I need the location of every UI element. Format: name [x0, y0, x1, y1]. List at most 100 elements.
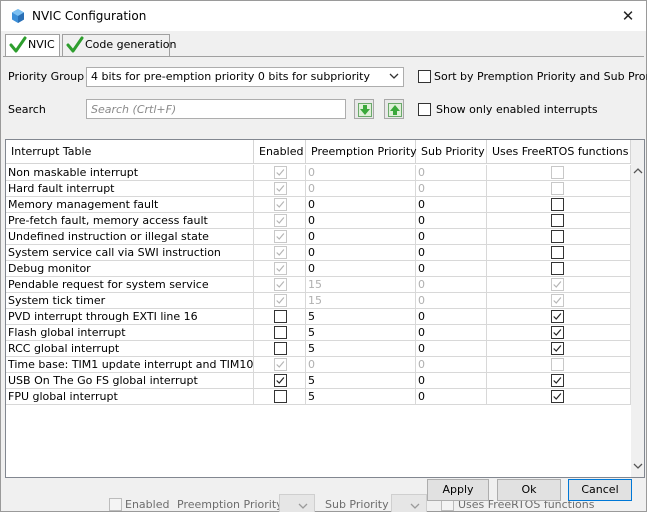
sort-by-priority-label: Sort by Premption Priority and Sub Prori…	[434, 70, 647, 83]
freertos-checkbox[interactable]	[551, 342, 564, 355]
title-bar: NVIC Configuration ✕	[1, 1, 646, 31]
enabled-checkbox	[274, 230, 287, 243]
freertos-checkbox[interactable]	[551, 390, 564, 403]
tab-code-generation[interactable]: Code generation	[62, 34, 176, 56]
apply-button[interactable]: Apply	[427, 479, 489, 501]
search-input[interactable]	[86, 99, 346, 119]
col-header-enabled[interactable]: Enabled	[254, 140, 306, 164]
search-up-button[interactable]	[384, 99, 404, 119]
close-icon[interactable]: ✕	[613, 4, 643, 28]
sub-priority-value: 0	[418, 310, 425, 323]
preemption-value: 15	[308, 294, 322, 307]
bottom-enabled-checkbox[interactable]	[109, 498, 122, 511]
chevron-down-icon	[389, 73, 399, 79]
scroll-down-icon[interactable]	[633, 462, 643, 470]
table-row[interactable]: Hard fault interrupt 0 0	[6, 181, 631, 197]
freertos-checkbox[interactable]	[551, 310, 564, 323]
table-row[interactable]: System service call via SWI instruction 0…	[6, 245, 631, 261]
tab-nvic[interactable]: NVIC	[5, 34, 60, 56]
preemption-cell: 15	[306, 293, 416, 308]
preemption-value: 0	[308, 246, 315, 259]
interrupt-name: Time base: TIM1 update interrupt and TIM…	[8, 358, 254, 371]
enabled-checkbox[interactable]	[274, 374, 287, 387]
enabled-cell	[254, 245, 306, 260]
table-header: Interrupt Table Enabled Preemption Prior…	[6, 140, 631, 164]
interrupt-name-cell: Non maskable interrupt	[6, 165, 254, 180]
sub-priority-value: 0	[418, 294, 425, 307]
preemption-cell: 0	[306, 181, 416, 196]
table-row[interactable]: RCC global interrupt 5 0	[6, 341, 631, 357]
sub-priority-cell: 0	[416, 293, 487, 308]
col-header-sub-priority[interactable]: Sub Priority	[416, 140, 487, 164]
freertos-checkbox	[551, 182, 564, 195]
interrupt-table: Interrupt Table Enabled Preemption Prior…	[5, 139, 645, 478]
preemption-cell: 5	[306, 341, 416, 356]
bottom-sub-priority-select[interactable]	[391, 494, 427, 512]
col-header-preemption[interactable]: Preemption Priority	[306, 140, 417, 164]
enabled-checkbox[interactable]	[274, 390, 287, 403]
ok-button[interactable]: Ok	[497, 479, 561, 501]
interrupt-name: Hard fault interrupt	[8, 182, 115, 195]
interrupt-name: System service call via SWI instruction	[8, 246, 221, 259]
table-row[interactable]: Pendable request for system service 15 0	[6, 277, 631, 293]
table-row[interactable]: USB On The Go FS global interrupt 5 0	[6, 373, 631, 389]
priority-group-label: Priority Group	[8, 70, 85, 83]
freertos-checkbox[interactable]	[551, 230, 564, 243]
enabled-cell	[254, 325, 306, 340]
freertos-cell	[487, 181, 631, 196]
freertos-checkbox[interactable]	[551, 198, 564, 211]
preemption-value: 5	[308, 390, 315, 403]
sort-by-priority-checkbox[interactable]	[418, 70, 431, 83]
table-row[interactable]: System tick timer 15 0	[6, 293, 631, 309]
enabled-checkbox	[274, 166, 287, 179]
table-row[interactable]: Time base: TIM1 update interrupt and TIM…	[6, 357, 631, 373]
interrupt-name: Memory management fault	[8, 198, 159, 211]
freertos-checkbox[interactable]	[551, 214, 564, 227]
table-row[interactable]: Undefined instruction or illegal state 0 0	[6, 229, 631, 245]
interrupt-name-cell: System service call via SWI instruction	[6, 245, 254, 260]
show-only-enabled-checkbox[interactable]	[418, 103, 431, 116]
table-row[interactable]: Pre-fetch fault, memory access fault 0 0	[6, 213, 631, 229]
table-row[interactable]: PVD interrupt through EXTI line 16 5 0	[6, 309, 631, 325]
enabled-checkbox[interactable]	[274, 326, 287, 339]
enabled-checkbox[interactable]	[274, 342, 287, 355]
enabled-checkbox	[274, 182, 287, 195]
enabled-checkbox	[274, 278, 287, 291]
table-row[interactable]: Flash global interrupt 5 0	[6, 325, 631, 341]
interrupt-name-cell: Flash global interrupt	[6, 325, 254, 340]
cancel-button[interactable]: Cancel	[568, 479, 632, 501]
priority-group-select[interactable]: 4 bits for pre-emption priority 0 bits f…	[86, 67, 404, 87]
sub-priority-cell: 0	[416, 197, 487, 212]
table-row[interactable]: Memory management fault 0 0	[6, 197, 631, 213]
table-row[interactable]: Non maskable interrupt 0 0	[6, 165, 631, 181]
scroll-up-icon[interactable]	[633, 167, 643, 175]
sub-priority-value: 0	[418, 374, 425, 387]
bottom-preemption-select[interactable]	[279, 494, 315, 512]
preemption-cell: 0	[306, 197, 416, 212]
freertos-checkbox[interactable]	[551, 374, 564, 387]
green-check-icon	[66, 36, 84, 53]
freertos-checkbox	[551, 294, 564, 307]
col-header-freertos[interactable]: Uses FreeRTOS functions	[487, 140, 631, 164]
freertos-checkbox[interactable]	[551, 262, 564, 275]
sub-priority-value: 0	[418, 166, 425, 179]
freertos-cell	[487, 277, 631, 292]
sub-priority-cell: 0	[416, 277, 487, 292]
table-row[interactable]: Debug monitor 0 0	[6, 261, 631, 277]
interrupt-name-cell: Debug monitor	[6, 261, 254, 276]
sub-priority-cell: 0	[416, 373, 487, 388]
interrupt-name: USB On The Go FS global interrupt	[8, 374, 198, 387]
freertos-checkbox[interactable]	[551, 326, 564, 339]
freertos-checkbox[interactable]	[551, 246, 564, 259]
col-header-interrupt[interactable]: Interrupt Table	[6, 140, 254, 164]
interrupt-name: Flash global interrupt	[8, 326, 126, 339]
enabled-checkbox[interactable]	[274, 310, 287, 323]
preemption-cell: 0	[306, 245, 416, 260]
enabled-cell	[254, 213, 306, 228]
vertical-scrollbar[interactable]	[631, 140, 644, 477]
table-row[interactable]: FPU global interrupt 5 0	[6, 389, 631, 405]
freertos-cell	[487, 357, 631, 372]
enabled-checkbox	[274, 262, 287, 275]
bottom-enabled-label: Enabled	[125, 498, 170, 511]
search-down-button[interactable]	[354, 99, 374, 119]
